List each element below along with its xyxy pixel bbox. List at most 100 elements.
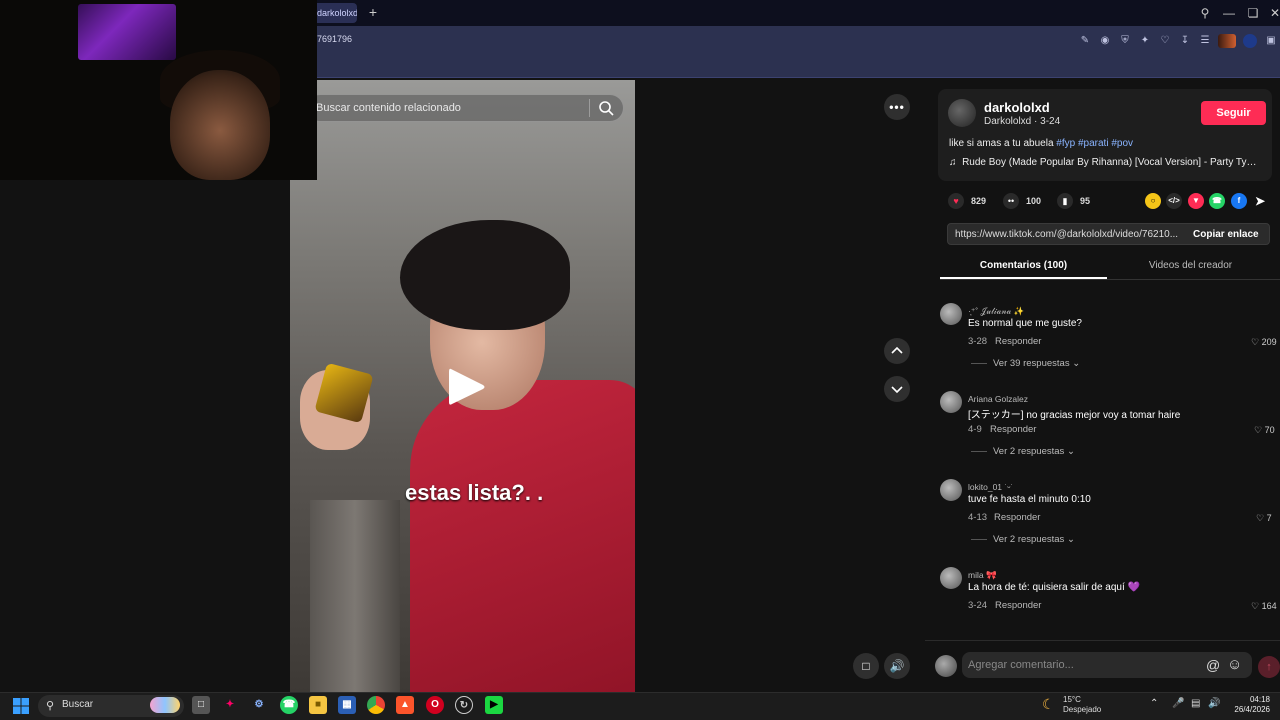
weather-description[interactable]: Despejado [1063,705,1101,714]
music-track[interactable]: ♫ Rude Boy (Made Popular By Rihanna) [Vo… [949,157,1261,168]
post-description: like si amas a tu abuela #fyp #parati #p… [949,138,1133,149]
opera-gx-icon[interactable]: ↻ [455,696,473,714]
reply-button[interactable]: Responder [995,600,1041,611]
edit-icon[interactable]: ✎ [1078,34,1092,48]
comment-username[interactable]: ·͙⁺˚ 𝒥𝓊𝓁𝒾𝒶𝓃𝒶 ✨ [968,306,1024,317]
embed-icon[interactable]: </> [1166,193,1182,209]
play-icon[interactable] [447,366,487,408]
bookmark-icon[interactable]: ▮ [1057,193,1073,209]
extension-icon[interactable]: ✦ [1138,34,1152,48]
app-bird-icon[interactable]: ✦ [221,696,239,714]
search-icon[interactable]: ⚲ [1196,4,1214,22]
video-link[interactable]: https://www.tiktok.com/@darkololxd/video… [955,229,1180,240]
tab-comments[interactable]: Comentarios (100) [940,260,1107,271]
divider [971,539,987,540]
creator-avatar[interactable] [948,99,976,127]
comment-like[interactable]: ♡ 70 [1254,425,1275,436]
chevron-up-icon[interactable]: ⌃ [1150,698,1158,709]
volume-icon[interactable]: 🔊 [884,653,910,679]
share-arrow-icon[interactable]: ➤ [1252,193,1268,209]
reply-button[interactable]: Responder [994,512,1040,523]
profile-thumbnail-icon[interactable] [1218,34,1236,48]
comment-placeholder: Agregar comentario... [968,659,1074,671]
creator-username[interactable]: darkololxd [984,100,1050,115]
chrome-icon[interactable] [367,696,385,714]
microphone-icon[interactable]: 🎤 [1172,698,1184,709]
coin-icon[interactable]: ○ [1145,193,1161,209]
close-icon[interactable]: ✕ [1266,4,1280,22]
comment-like[interactable]: ♡ 7 [1256,513,1272,524]
shield-icon[interactable]: ⛨ [1118,34,1132,48]
search-icon[interactable] [597,99,615,117]
comment-avatar[interactable] [940,479,962,501]
opera-icon[interactable]: O [426,696,444,714]
video-caption: estas lista?. . [405,480,544,505]
comment-username[interactable]: lokito_01 ˙ᵕ˙ [968,482,1013,492]
tab-creator-videos[interactable]: Videos del creador [1107,260,1274,271]
mention-icon[interactable]: @ [1206,657,1220,673]
comment-avatar[interactable] [940,391,962,413]
minimize-icon[interactable]: — [1220,4,1238,22]
weather-temperature[interactable]: 15°C [1063,695,1081,704]
heart-outline-icon: ♡ [1251,337,1260,347]
volume-icon[interactable]: 🔊 [1208,698,1220,709]
calculator-icon[interactable]: ▦ [338,696,356,714]
webcam-background-neon [78,4,176,60]
chevron-down-icon: ⌄ [1066,446,1075,457]
network-icon[interactable]: ▤ [1191,698,1200,709]
restore-icon[interactable]: ❏ [1244,4,1262,22]
heart-icon[interactable]: ♡ [1158,34,1172,48]
comment-like-count: 7 [1266,513,1272,523]
view-replies-button[interactable]: Ver 39 respuestas ⌄ [993,358,1080,369]
more-options-button[interactable]: ••• [884,94,910,120]
whatsapp-icon[interactable]: ☎ [1209,193,1225,209]
comment-text: tuve fe hasta el minuto 0:10 [968,494,1091,505]
task-view-icon[interactable]: □ [192,696,210,714]
vpn-icon[interactable] [1243,34,1257,48]
hashtags[interactable]: #fyp #parati #pov [1056,138,1133,149]
whatsapp-icon[interactable]: ☎ [280,696,298,714]
chevron-down-icon[interactable] [884,376,910,402]
picture-in-picture-icon[interactable]: □ [853,653,879,679]
copy-link-button[interactable]: Copiar enlace [1193,229,1259,240]
url-text[interactable]: 7691796 [317,34,352,44]
reply-button[interactable]: Responder [990,424,1036,435]
menu-icon[interactable]: ☰ [1198,34,1212,48]
comment-username[interactable]: Ariana Golzalez [968,394,1028,404]
comment-avatar[interactable] [940,303,962,325]
comment-avatar[interactable] [940,567,962,589]
heart-icon[interactable]: ♥ [948,193,964,209]
divider [971,363,987,364]
emoji-icon[interactable]: ☺ [1227,656,1242,673]
browser-tab[interactable]: darkololxd [313,3,357,23]
view-replies-button[interactable]: Ver 2 respuestas ⌄ [993,446,1075,457]
music-title: Rude Boy (Made Popular By Rihanna) [Voca… [962,157,1261,168]
settings-icon[interactable]: ⚙ [250,696,268,714]
download-icon[interactable]: ↧ [1178,34,1192,48]
app-green-icon[interactable]: ▶ [485,696,503,714]
send-comment-button[interactable]: ↑ [1258,656,1280,678]
windows-start-icon[interactable] [12,697,30,715]
comment-text: [ステッカー] no gracias mejor voy a tomar hai… [968,410,1181,421]
follow-button[interactable]: Seguir [1201,101,1266,125]
cube-icon[interactable]: ▣ [1264,34,1278,48]
file-explorer-icon[interactable]: ■ [309,696,327,714]
comment-date: 3-24 [968,600,988,611]
send-icon[interactable]: ▼ [1188,193,1204,209]
new-tab-button[interactable]: + [365,4,381,20]
chevron-down-icon: ⌄ [1072,358,1081,369]
facebook-icon[interactable]: f [1231,193,1247,209]
view-replies-button[interactable]: Ver 2 respuestas ⌄ [993,534,1075,545]
comment-username[interactable]: mila 🎀 [968,570,997,581]
moon-icon[interactable]: ☾ [1042,696,1055,713]
chevron-up-icon[interactable] [884,338,910,364]
clock-time[interactable]: 04:18 [1246,695,1270,704]
comment-like[interactable]: ♡ 164 [1251,601,1277,612]
camera-icon[interactable]: ◉ [1098,34,1112,48]
brave-icon[interactable]: ▲ [396,696,414,714]
reply-button[interactable]: Responder [995,336,1041,347]
comment-icon[interactable]: •• [1003,193,1019,209]
clock-date[interactable]: 26/4/2026 [1228,705,1270,714]
related-search-placeholder: Buscar contenido relacionado [316,102,461,114]
comment-like[interactable]: ♡ 209 [1251,337,1277,348]
